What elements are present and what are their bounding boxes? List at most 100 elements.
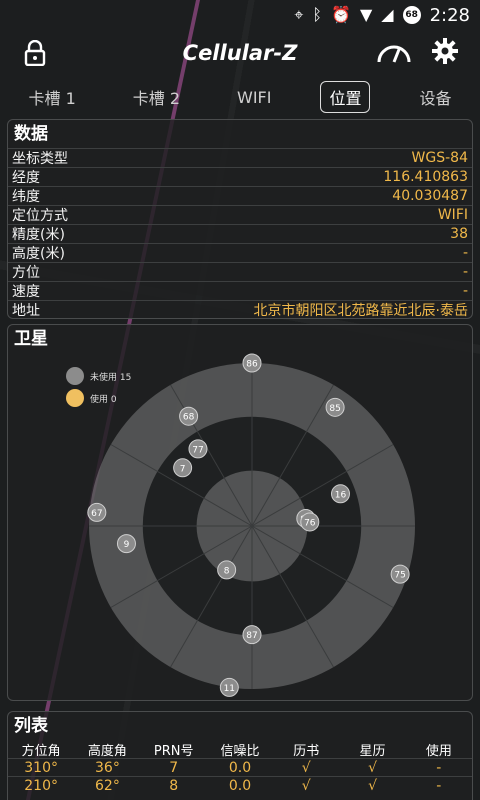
- satellite-prn-label: 68: [183, 413, 195, 423]
- data-row: 速度 -: [8, 281, 472, 300]
- status-bar: ⌖ ᛒ ⏰ ▼ ◢ 68 2:28: [0, 0, 480, 30]
- satellite-marker[interactable]: 16: [330, 484, 350, 504]
- data-row-value: 北京市朝阳区北苑路靠近北辰·泰岳: [253, 303, 468, 319]
- data-row: 纬度 40.030487: [8, 186, 472, 205]
- legend-unused-dot: [66, 367, 84, 385]
- list-cell: -: [436, 777, 442, 794]
- list-column-header: 方位角: [21, 743, 61, 759]
- data-row-label: 高度(米): [12, 246, 65, 262]
- satellite-marker[interactable]: 11: [219, 677, 239, 697]
- gear-icon[interactable]: [432, 38, 458, 64]
- list-cell: 0.0: [228, 759, 252, 776]
- legend-used-label: 使用 0: [90, 394, 117, 405]
- satellite-legend: 未使用 15 使用 0: [66, 365, 131, 409]
- data-row-value: -: [462, 245, 468, 261]
- legend-unused-label: 未使用 15: [90, 372, 132, 383]
- satellite-prn-label: 87: [246, 631, 257, 641]
- list-panel-title: 列表: [14, 716, 48, 736]
- list-cell: 210°: [24, 777, 58, 794]
- bluetooth-icon: ᛒ: [312, 5, 323, 24]
- data-row: 方位 -: [8, 262, 472, 281]
- data-row-value: WGS-84: [411, 150, 468, 166]
- list-cell: √: [368, 759, 377, 776]
- list-column-header: 历书: [293, 743, 320, 759]
- list-panel: 列表 方位角 高度角 PRN号 信噪比 历书 星历 使用 310° 36° 7 0.0 √ √ -210…: [7, 711, 473, 800]
- signal-icon: ◢: [381, 5, 394, 24]
- satellite-marker[interactable]: 86: [242, 353, 262, 373]
- app-title: Cellular-Z: [182, 41, 298, 65]
- satellite-prn-label: 7: [180, 464, 186, 474]
- satellite-marker[interactable]: 76: [300, 512, 320, 532]
- data-row-value: 38: [450, 226, 468, 242]
- list-row: 310° 36° 7 0.0 √ √ -: [8, 758, 472, 776]
- satellite-marker[interactable]: 85: [325, 397, 345, 417]
- list-cell: 62°: [95, 777, 120, 794]
- data-row-value: WIFI: [437, 207, 468, 223]
- data-rows: 坐标类型 WGS-84 经度 116.410863 纬度 40.030487 定位方式 WIF…: [8, 148, 472, 319]
- legend-used-dot: [66, 389, 84, 407]
- app-bar: Cellular-Z: [0, 30, 480, 76]
- data-row-value: 40.030487: [392, 188, 468, 204]
- data-row-label: 精度(米): [12, 227, 65, 243]
- data-row-label: 地址: [12, 303, 40, 319]
- list-cell: 310°: [24, 759, 58, 776]
- satellite-marker[interactable]: 68: [179, 406, 199, 426]
- data-row-value: 116.410863: [383, 169, 468, 185]
- legend-unused: 未使用 15: [66, 365, 131, 387]
- data-panel-title: 数据: [14, 124, 48, 144]
- data-row-value: -: [462, 283, 468, 299]
- list-column-header: 信噪比: [220, 743, 260, 759]
- tab-location[interactable]: 位置: [320, 81, 371, 113]
- data-row-label: 速度: [12, 284, 40, 300]
- lock-icon[interactable]: [24, 40, 46, 66]
- satellite-prn-label: 8: [224, 566, 230, 576]
- data-row: 坐标类型 WGS-84: [8, 148, 472, 167]
- status-time: 2:28: [429, 4, 470, 26]
- satellite-marker[interactable]: 9: [116, 534, 136, 554]
- satellite-prn-label: 9: [124, 540, 130, 550]
- list-cell: -: [436, 759, 442, 776]
- satellite-prn-label: 67: [91, 509, 102, 519]
- alarm-icon: ⏰: [331, 5, 351, 24]
- satellite-marker[interactable]: 75: [390, 564, 410, 584]
- satellite-marker[interactable]: 87: [242, 625, 262, 645]
- location-icon: ⌖: [294, 5, 304, 24]
- list-cell: 7: [169, 759, 179, 776]
- data-row: 经度 116.410863: [8, 167, 472, 186]
- satellite-prn-label: 85: [329, 404, 340, 414]
- data-row-value: -: [462, 264, 468, 280]
- data-row: 地址 北京市朝阳区北苑路靠近北辰·泰岳: [8, 300, 472, 319]
- tab-slot-2[interactable]: 卡槽 2: [125, 82, 188, 112]
- satellite-prn-label: 16: [335, 490, 347, 500]
- satellite-panel: 卫星 8685687771686766797588711 未使用 15 使用 0: [7, 324, 473, 701]
- battery-icon: 68: [402, 6, 421, 24]
- list-column-header: 使用: [425, 743, 452, 759]
- data-row-label: 定位方式: [12, 208, 68, 224]
- list-column-header: 高度角: [87, 743, 127, 759]
- data-row-label: 纬度: [12, 189, 40, 205]
- list-cell: 36°: [95, 759, 120, 776]
- tab-device[interactable]: 设备: [411, 82, 459, 112]
- satellite-marker[interactable]: 67: [87, 502, 107, 522]
- wifi-icon: ▼: [359, 5, 373, 24]
- list-cell: 8: [169, 777, 179, 794]
- satellite-prn-label: 77: [192, 445, 203, 455]
- data-row-label: 经度: [12, 170, 40, 186]
- tab-slot-1[interactable]: 卡槽 1: [20, 82, 83, 112]
- satellite-prn-label: 75: [394, 571, 405, 581]
- data-panel: 数据 坐标类型 WGS-84 经度 116.410863 纬度 40.030487 定位方式…: [7, 119, 473, 319]
- list-header: 方位角 高度角 PRN号 信噪比 历书 星历 使用: [8, 740, 472, 759]
- satellite-marker[interactable]: 77: [188, 439, 208, 459]
- list-rows: 310° 36° 7 0.0 √ √ -210° 62° 8 0.0 √ √ -: [8, 758, 472, 794]
- list-cell: √: [301, 777, 311, 794]
- data-row: 定位方式 WIFI: [8, 205, 472, 224]
- satellite-marker[interactable]: 7: [173, 458, 193, 478]
- speedometer-icon[interactable]: [376, 38, 412, 64]
- legend-used: 使用 0: [66, 387, 131, 409]
- data-row: 高度(米) -: [8, 243, 472, 262]
- satellite-prn-label: 11: [224, 684, 235, 694]
- list-cell: √: [368, 777, 377, 794]
- satellite-marker[interactable]: 8: [217, 560, 237, 580]
- tab-wifi[interactable]: WIFI: [229, 85, 279, 110]
- data-row-label: 方位: [12, 265, 40, 281]
